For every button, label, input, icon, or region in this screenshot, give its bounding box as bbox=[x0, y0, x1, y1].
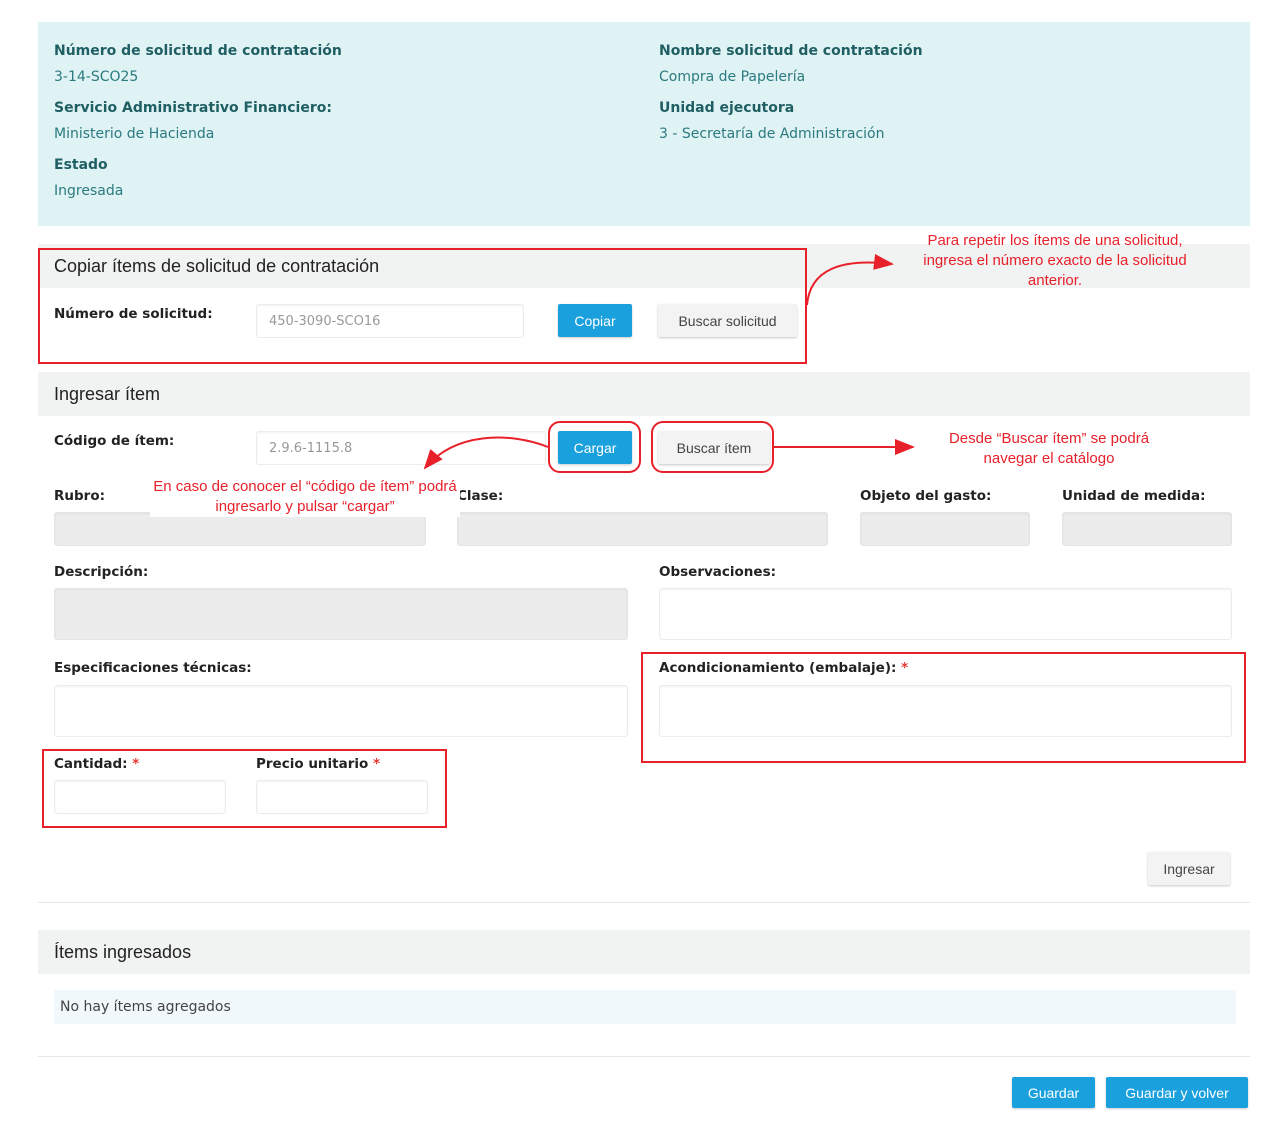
arrow-copiar-to-note bbox=[806, 253, 894, 306]
annotation-arrows bbox=[423, 253, 915, 470]
arrow-cargar-to-note bbox=[423, 436, 549, 470]
